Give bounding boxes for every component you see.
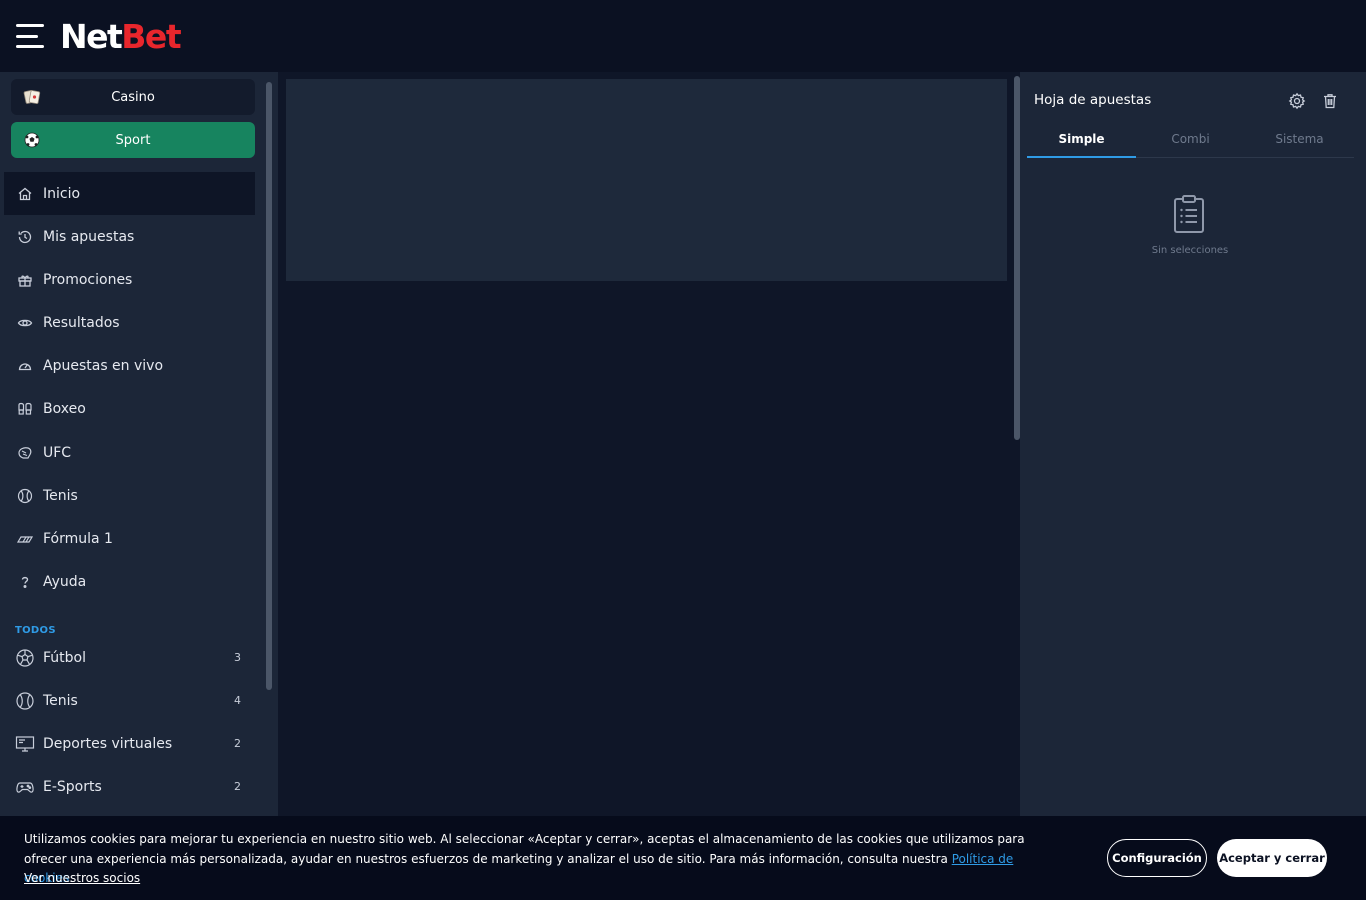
logo-net: Net [60,16,123,56]
partners-link[interactable]: Ver nuestros socios [24,869,140,889]
accept-cookies-button[interactable]: Aceptar y cerrar [1217,839,1327,877]
help-icon [16,573,34,591]
sidebar-item-label: Tenis [43,487,78,504]
sidebar-item-apuestas-en-vivo[interactable]: Apuestas en vivo [4,344,255,387]
sidebar-item-label: Ayuda [43,573,87,590]
sidebar-item-mis-apuestas[interactable]: Mis apuestas [4,215,255,258]
netbet-logo[interactable]: NetBet [60,16,182,56]
sidebar-item-label: UFC [43,444,72,461]
cookie-message: Utilizamos cookies para mejorar tu exper… [24,830,1064,889]
sidebar-item-tenis-sport[interactable]: Tenis 4 [4,679,255,722]
sidebar-item-e-sports[interactable]: E-Sports 2 [4,765,255,808]
top-bar: NetBet [0,0,1366,72]
sidebar-item-promociones[interactable]: Promociones [4,258,255,301]
event-count-badge: 2 [234,737,241,750]
sidebar-item-ayuda[interactable]: Ayuda [4,560,255,603]
sport-button[interactable]: Sport [11,122,255,158]
sidebar-item-label: Deportes virtuales [43,735,173,752]
tennis-ball-icon [15,691,35,711]
cookie-settings-button[interactable]: Configuración [1107,839,1207,877]
menu-icon[interactable] [16,24,44,48]
sidebar-item-resultados[interactable]: Resultados [4,301,255,344]
section-title-todos: TODOS [15,625,56,636]
sidebar-item-label: Fórmula 1 [43,530,113,547]
sidebar-item-label: Fútbol [43,649,86,666]
logo-bet: Bet [121,16,181,56]
sidebar-item-label: E-Sports [43,778,102,795]
sidebar-item-ufc[interactable]: UFC [4,431,255,474]
casino-button[interactable]: Casino [11,79,255,115]
sidebar-item-label: Tenis [43,692,78,709]
sidebar-item-boxeo[interactable]: Boxeo [4,387,255,430]
sidebar-item-formula-1[interactable]: Fórmula 1 [4,517,255,560]
history-icon [16,228,34,246]
sidebar-item-deportes-virtuales[interactable]: Deportes virtuales 2 [4,722,255,765]
hero-banner-placeholder[interactable] [286,79,1007,281]
sidebar-item-label: Resultados [43,314,120,331]
betslip-tabs: Simple Combi Sistema [1027,128,1354,158]
tab-simple[interactable]: Simple [1027,128,1136,158]
sidebar-item-label: Mis apuestas [43,228,135,245]
cookie-text: Utilizamos cookies para mejorar tu exper… [24,832,1025,866]
main-content [278,72,1020,900]
trash-icon[interactable] [1321,92,1339,110]
cards-icon [23,88,41,106]
tab-sistema[interactable]: Sistema [1245,128,1354,157]
soccer-ball-icon [23,131,41,149]
home-icon [16,185,34,203]
event-count-badge: 4 [234,694,241,707]
betslip-panel: Hoja de apuestas Simple Combi Sistema Si… [1020,72,1366,900]
sidebar: Casino Sport Inicio Mis apuestas Promoci… [0,72,278,900]
sidebar-item-label: Apuestas en vivo [43,357,164,374]
sidebar-item-label: Promociones [43,271,133,288]
sidebar-scrollbar[interactable] [266,82,272,690]
tennis-ball-icon [16,487,34,505]
sidebar-item-label: Inicio [43,185,81,202]
gamepad-icon [15,777,35,797]
sidebar-item-futbol[interactable]: Fútbol 3 [4,636,255,679]
eye-icon [16,314,34,332]
betslip-title: Hoja de apuestas [1034,92,1152,108]
boxing-gloves-icon [16,400,34,418]
f1-car-icon [16,530,34,548]
sport-label: Sport [115,132,151,148]
gift-icon [16,271,34,289]
tab-combi[interactable]: Combi [1136,128,1245,157]
event-count-badge: 3 [234,651,241,664]
cookie-banner: Utilizamos cookies para mejorar tu exper… [0,816,1366,900]
casino-label: Casino [111,89,155,105]
monitor-icon [15,734,35,754]
ufc-glove-icon [16,444,34,462]
soccer-ball-icon [15,648,35,668]
sidebar-item-label: Boxeo [43,400,86,417]
empty-selections-text: Sin selecciones [1151,245,1229,256]
gear-icon[interactable] [1288,92,1306,110]
sidebar-item-tenis[interactable]: Tenis [4,474,255,517]
event-count-badge: 2 [234,780,241,793]
live-gauge-icon [16,357,34,375]
clipboard-icon [1172,194,1206,234]
sidebar-item-inicio[interactable]: Inicio [4,172,255,215]
